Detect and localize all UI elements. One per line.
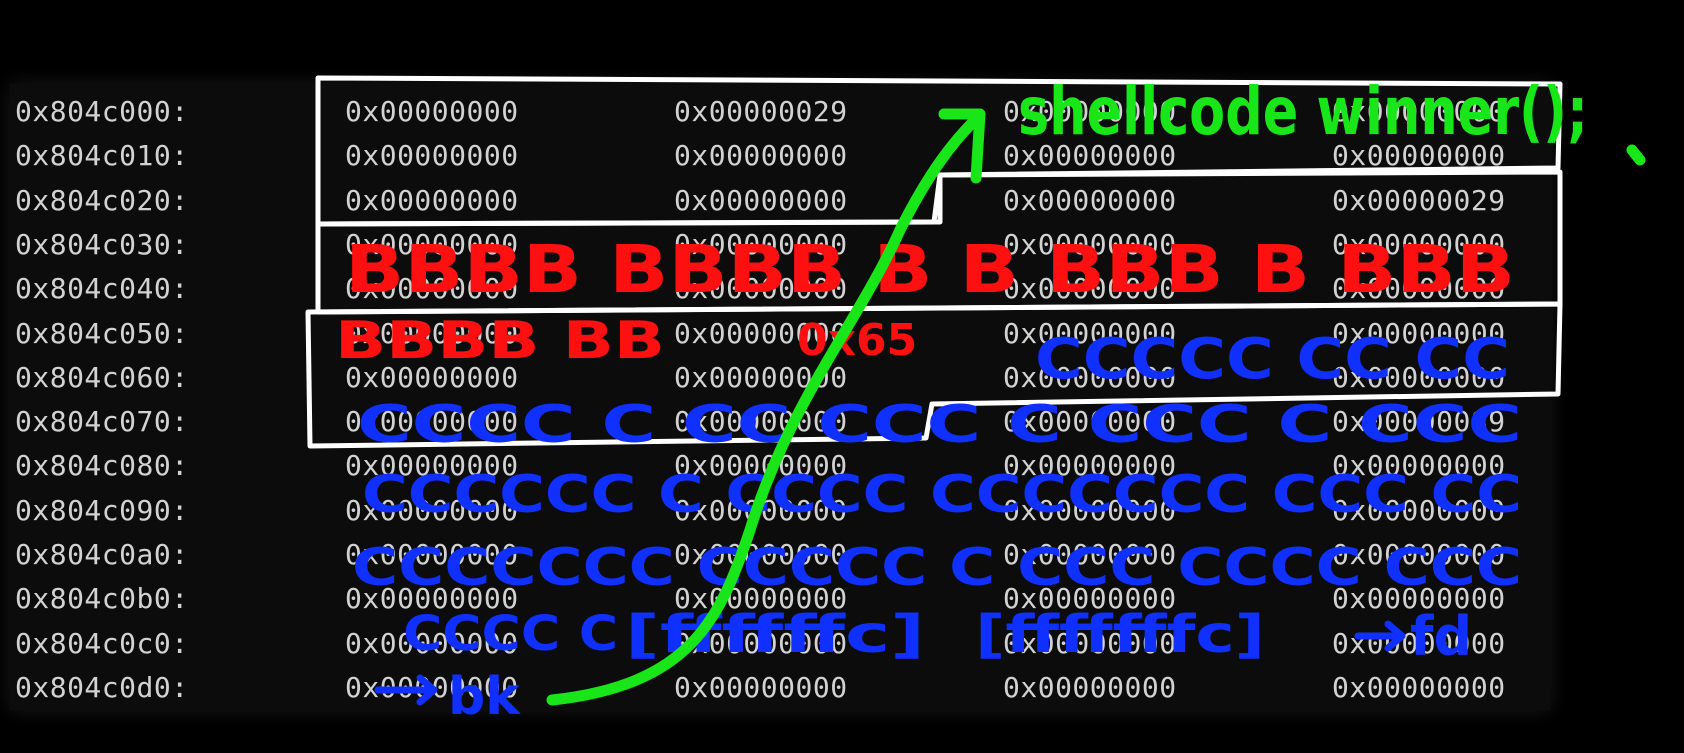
memory-word: 0x00000000 <box>345 183 519 217</box>
memory-word: 0x00000000 <box>345 582 519 616</box>
memory-word: 0x00000000 <box>1003 493 1177 527</box>
memory-word: 0x00000000 <box>1332 316 1506 350</box>
memory-word: 0x00000000 <box>674 626 848 660</box>
memory-row: 0x804c050: 0x00000000 0x00000000 0x00000000… <box>10 312 1550 356</box>
memory-word: 0x00000000 <box>674 139 848 173</box>
memory-address: 0x804c020: <box>15 183 189 217</box>
memory-word: 0x00000000 <box>345 493 519 527</box>
memory-address: 0x804c060: <box>15 360 189 394</box>
memory-word: 0x00000089 <box>1332 405 1506 439</box>
memory-address: 0x804c010: <box>15 139 189 173</box>
memory-address: 0x804c0c0: <box>15 626 189 660</box>
memory-word: 0x00000000 <box>1003 670 1177 704</box>
memory-word: 0x00000000 <box>345 360 519 394</box>
memory-word: 0x00000000 <box>345 95 519 128</box>
memory-word: 0x00000000 <box>674 582 848 616</box>
memory-word: 0x00000000 <box>345 227 519 261</box>
memory-address: 0x804c090: <box>15 493 189 527</box>
memory-word: 0x00000000 <box>1332 95 1506 128</box>
memory-row: 0x804c080: 0x00000000 0x00000000 0x00000000… <box>10 444 1550 488</box>
memory-word: 0x00000000 <box>1332 360 1506 394</box>
memory-address: 0x804c050: <box>15 316 189 350</box>
memory-word: 0x00000000 <box>1003 360 1177 394</box>
memory-row: 0x804c000: 0x00000000 0x00000029 0x00000000… <box>10 90 1550 134</box>
memory-word: 0x00000000 <box>1003 95 1177 128</box>
memory-word: 0x00000000 <box>1003 139 1177 173</box>
memory-row: 0x804c060: 0x00000000 0x00000000 0x00000000… <box>10 356 1550 400</box>
memory-word: 0x00000000 <box>1332 582 1506 616</box>
memory-word: 0x00000000 <box>1003 316 1177 350</box>
memory-word: 0x00000000 <box>674 227 848 261</box>
memory-word: 0x00000000 <box>674 493 848 527</box>
memory-word: 0x00000000 <box>1332 538 1506 571</box>
memory-word: 0x00000000 <box>345 449 519 483</box>
memory-word: 0x00000000 <box>1332 139 1506 173</box>
memory-address: 0x804c070: <box>15 405 189 439</box>
memory-word: 0x00000000 <box>674 316 848 350</box>
memory-word: 0x00000000 <box>1332 493 1506 527</box>
memory-word: 0x00000000 <box>674 360 848 394</box>
memory-row: 0x804c0b0: 0x00000000 0x00000000 0x00000000… <box>10 577 1550 621</box>
memory-word: 0x00000029 <box>674 95 848 128</box>
memory-word: 0x00000000 <box>345 670 519 704</box>
memory-word: 0x00000000 <box>1003 449 1177 483</box>
memory-word: 0x00000000 <box>1003 538 1177 571</box>
memory-word: 0x00000000 <box>1003 582 1177 616</box>
memory-word: 0x00000000 <box>345 316 519 350</box>
memory-word: 0x00000000 <box>674 183 848 217</box>
memory-address: 0x804c030: <box>15 227 189 261</box>
memory-word: 0x00000000 <box>1332 449 1506 483</box>
memory-address: 0x804c040: <box>15 272 189 306</box>
memory-word: 0x00000000 <box>1003 272 1177 306</box>
green-tick-mark <box>1626 144 1646 166</box>
memory-word: 0x00000000 <box>674 405 848 439</box>
memory-address: 0x804c0a0: <box>15 538 189 571</box>
memory-row: 0x804c040: 0x00000000 0x00000000 0x00000000… <box>10 267 1550 311</box>
memory-word: 0x00000000 <box>345 272 519 306</box>
memory-word: 0x00000000 <box>1003 227 1177 261</box>
memory-row: 0x804c0c0: 0x00000000 0x00000000 0x00000000… <box>10 622 1550 666</box>
memory-word: 0x00000000 <box>345 538 519 571</box>
memory-word: 0x00000000 <box>674 449 848 483</box>
memory-word: 0x00000000 <box>345 405 519 439</box>
memory-address: 0x804c000: <box>15 95 189 128</box>
memory-word: 0x00000000 <box>1003 183 1177 217</box>
memory-row: 0x804c070: 0x00000000 0x00000000 0x00000000… <box>10 400 1550 444</box>
memory-row: 0x804c090: 0x00000000 0x00000000 0x00000000… <box>10 489 1550 533</box>
memory-row: 0x804c030: 0x00000000 0x00000000 0x00000000… <box>10 223 1550 267</box>
memory-word: 0x00000000 <box>1332 272 1506 306</box>
memory-address: 0x804c080: <box>15 449 189 483</box>
memory-row: 0x804c0a0: 0x00000000 0x00000000 0x00000000… <box>10 533 1550 577</box>
memory-row: 0x804c0d0: 0x00000000 0x00000000 0x00000000… <box>10 666 1550 710</box>
memory-word: 0x00000000 <box>674 670 848 704</box>
memory-word: 0x00000029 <box>1332 183 1506 217</box>
terminal-memory-dump: 0x804c000: 0x00000000 0x00000029 0x00000000… <box>10 84 1550 710</box>
memory-word: 0x00000000 <box>674 272 848 306</box>
memory-word: 0x00000000 <box>1332 670 1506 704</box>
memory-word: 0x00000000 <box>1332 626 1506 660</box>
memory-word: 0x00000000 <box>1003 626 1177 660</box>
memory-row: 0x804c010: 0x00000000 0x00000000 0x00000000… <box>10 134 1550 178</box>
memory-address: 0x804c0d0: <box>15 670 189 704</box>
memory-row: 0x804c020: 0x00000000 0x00000000 0x00000000… <box>10 179 1550 223</box>
memory-word: 0x00000000 <box>345 139 519 173</box>
memory-word: 0x00000000 <box>345 626 519 660</box>
memory-word: 0x00000000 <box>1332 227 1506 261</box>
memory-address: 0x804c0b0: <box>15 582 189 616</box>
memory-word: 0x00000000 <box>1003 405 1177 439</box>
memory-word: 0x00000000 <box>674 538 848 571</box>
